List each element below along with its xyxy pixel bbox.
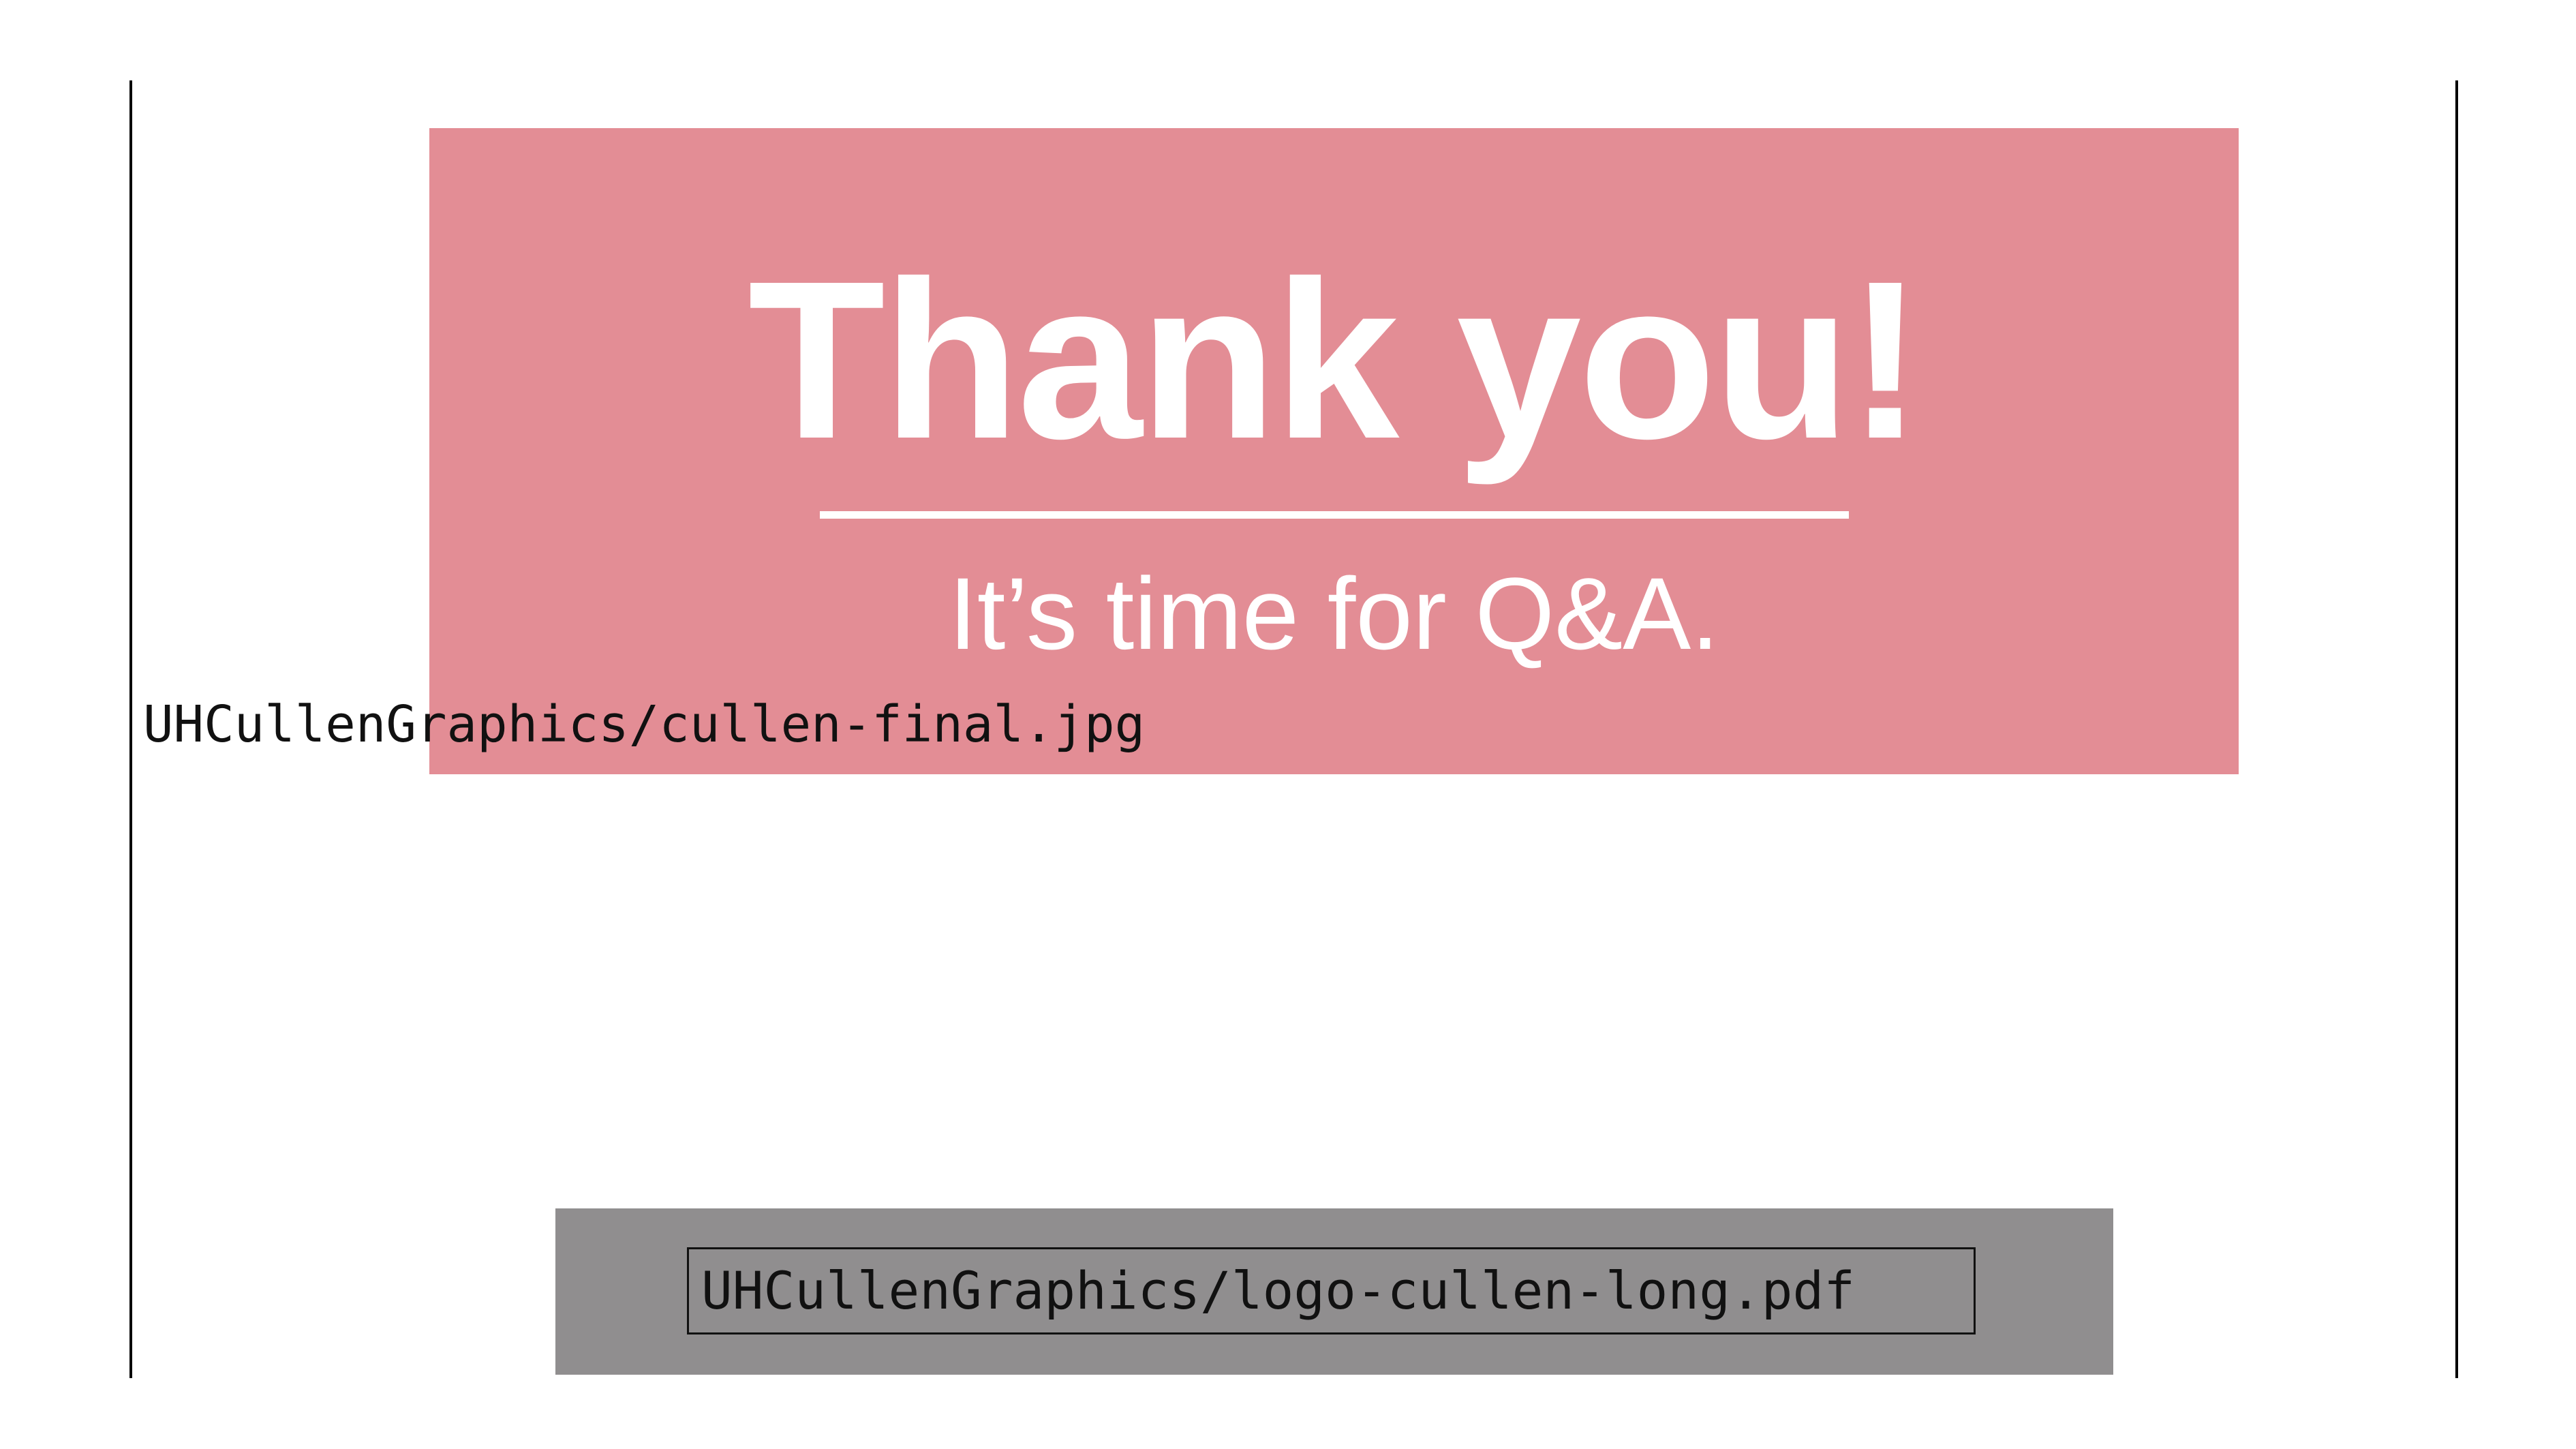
banner-title: Thank you! [748,234,1922,485]
banner-subtitle: It’s time for Q&A. [949,556,1719,671]
logo-placeholder-box: UHCullenGraphics/logo-cullen-long.pdf [687,1247,1976,1334]
thank-you-banner: Thank you! It’s time for Q&A. [429,128,2239,774]
banner-divider [820,511,1849,519]
right-margin-line [2455,80,2458,1378]
left-margin-line [129,80,132,1378]
missing-image-path: UHCullenGraphics/cullen-final.jpg [143,695,1146,754]
logo-file-path: UHCullenGraphics/logo-cullen-long.pdf [701,1260,1855,1321]
footer-logo-bar: UHCullenGraphics/logo-cullen-long.pdf [555,1208,2113,1375]
